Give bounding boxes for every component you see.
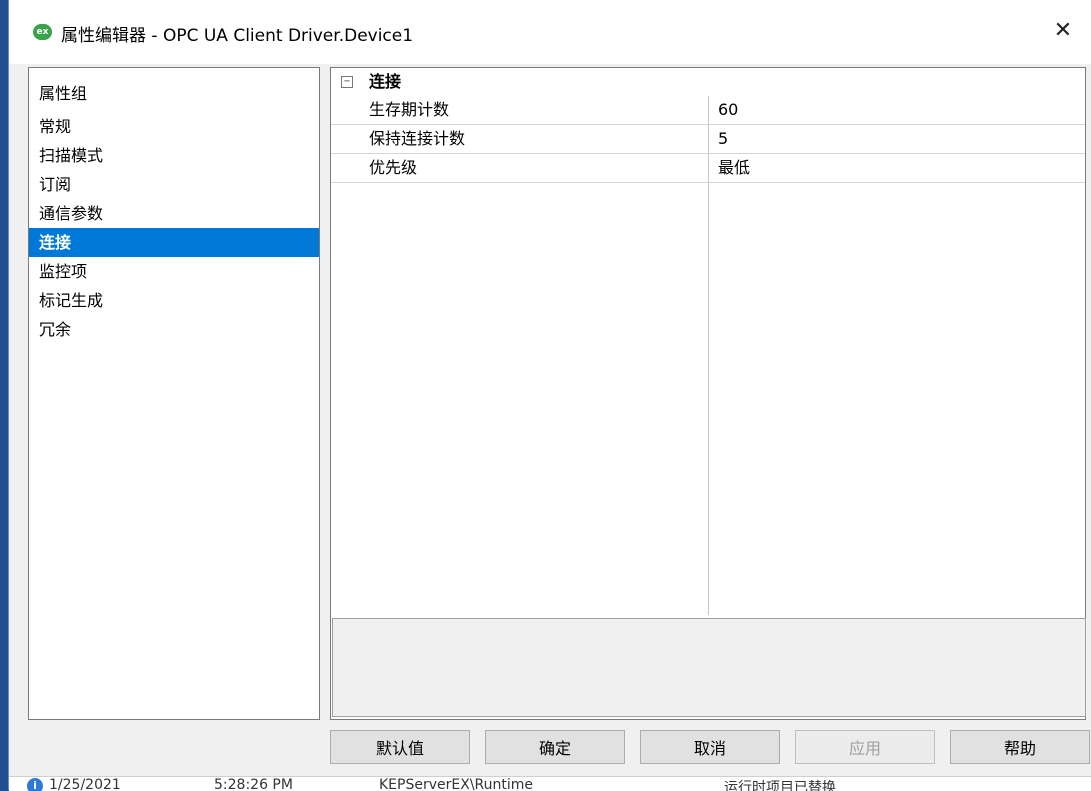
- property-groups-header: 属性组: [39, 84, 88, 103]
- collapse-icon[interactable]: −: [341, 76, 353, 88]
- property-value[interactable]: 60: [718, 96, 738, 124]
- background-strip: [0, 0, 8, 790]
- property-groups-list: 常规 扫描模式 订阅 通信参数 连接 监控项 标记生成 冗余: [29, 112, 319, 344]
- defaults-button[interactable]: 默认值: [330, 730, 470, 764]
- column-divider[interactable]: [708, 96, 709, 615]
- property-name: 优先级: [369, 158, 418, 177]
- property-name: 保持连接计数: [369, 129, 466, 148]
- app-icon: ex: [33, 24, 52, 40]
- property-groups-panel: 属性组 常规 扫描模式 订阅 通信参数 连接 监控项 标记生成 冗余: [28, 67, 320, 720]
- event-time: 5:28:26 PM: [214, 777, 293, 791]
- group-item-monitored-items[interactable]: 监控项: [29, 257, 319, 286]
- property-editor-window: ex 属性编辑器 - OPC UA Client Driver.Device1 …: [8, 0, 1091, 791]
- group-item-redundancy[interactable]: 冗余: [29, 315, 319, 344]
- ok-button[interactable]: 确定: [485, 730, 625, 764]
- group-item-connection[interactable]: 连接: [29, 228, 319, 257]
- property-value[interactable]: 5: [718, 125, 728, 153]
- group-item-subscription[interactable]: 订阅: [29, 170, 319, 199]
- cancel-button[interactable]: 取消: [640, 730, 780, 764]
- group-item-scan-mode[interactable]: 扫描模式: [29, 141, 319, 170]
- property-value[interactable]: 最低: [718, 154, 750, 182]
- close-button[interactable]: ✕: [1048, 16, 1078, 46]
- window-title: 属性编辑器 - OPC UA Client Driver.Device1: [61, 26, 414, 46]
- section-header-connection[interactable]: − 连接: [331, 68, 1085, 96]
- group-item-general[interactable]: 常规: [29, 112, 319, 141]
- event-source: KEPServerEX\Runtime: [379, 777, 534, 791]
- help-button[interactable]: 帮助: [950, 730, 1090, 764]
- event-message: 运行时项目已替换: [724, 780, 836, 791]
- description-area: [332, 618, 1086, 717]
- property-grid-panel: − 连接 生存期计数 60 保持连接计数 5 优先级 最低: [330, 67, 1086, 720]
- group-item-tag-generation[interactable]: 标记生成: [29, 286, 319, 315]
- title-bar[interactable]: ex 属性编辑器 - OPC UA Client Driver.Device1 …: [9, 0, 1091, 64]
- group-item-communication[interactable]: 通信参数: [29, 199, 319, 228]
- property-name: 生存期计数: [369, 100, 450, 119]
- event-date: 1/25/2021: [49, 777, 121, 791]
- section-title: 连接: [369, 72, 402, 91]
- property-grid: − 连接 生存期计数 60 保持连接计数 5 优先级 最低: [331, 68, 1085, 615]
- apply-button[interactable]: 应用: [795, 730, 935, 764]
- button-bar: 默认值 确定 取消 应用 帮助: [330, 730, 1090, 764]
- info-icon: i: [27, 778, 43, 791]
- close-icon: ✕: [1053, 18, 1073, 43]
- event-log-status-bar: i 1/25/2021 5:28:26 PM KEPServerEX\Runti…: [9, 776, 1091, 791]
